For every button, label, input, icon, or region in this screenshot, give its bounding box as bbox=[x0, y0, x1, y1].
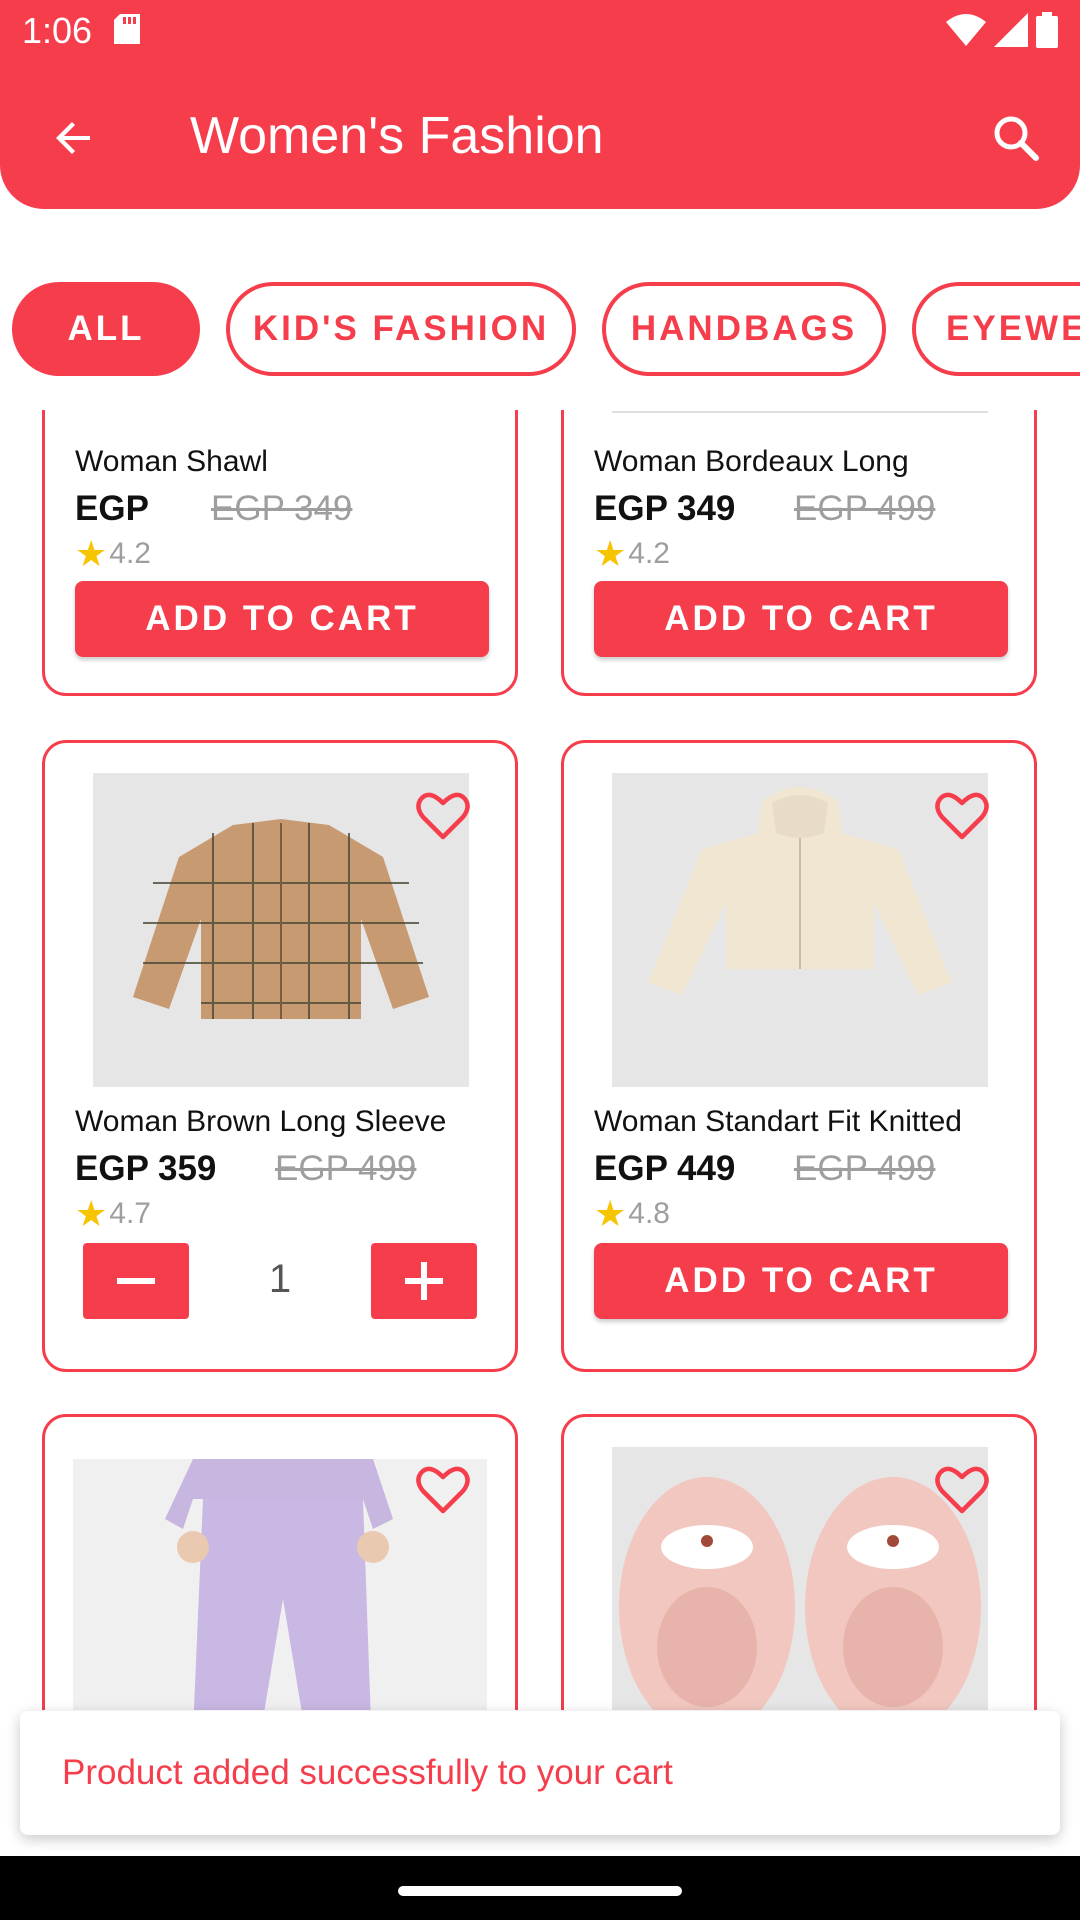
product-price: EGP 449 bbox=[594, 1149, 736, 1188]
product-name: Woman Bordeaux Long bbox=[594, 445, 909, 478]
chip-kids-fashion[interactable]: KID'S FASHION bbox=[226, 282, 576, 376]
rating-value: 4.2 bbox=[109, 537, 151, 570]
home-gesture-handle[interactable] bbox=[398, 1886, 682, 1896]
image-bottom-edge bbox=[612, 411, 988, 413]
product-old-price: EGP 499 bbox=[794, 489, 936, 528]
add-to-cart-button[interactable]: ADD TO CART bbox=[594, 581, 1008, 657]
sd-card-icon bbox=[114, 14, 140, 49]
chip-eyewear[interactable]: EYEWE bbox=[912, 282, 1080, 376]
product-image[interactable] bbox=[612, 1447, 988, 1710]
star-icon: ★ bbox=[594, 1193, 627, 1234]
product-price: EGP bbox=[75, 489, 149, 528]
wifi-icon bbox=[946, 14, 986, 51]
rating-value: 4.7 bbox=[109, 1197, 151, 1230]
product-rating: ★ 4.2 bbox=[75, 533, 151, 575]
product-name: Woman Brown Long Sleeve bbox=[75, 1105, 447, 1138]
star-icon: ★ bbox=[75, 533, 108, 574]
quantity-value: 1 bbox=[268, 1257, 292, 1301]
favorite-button[interactable] bbox=[934, 789, 990, 841]
category-chips: ALL KID'S FASHION HANDBAGS EYEWE bbox=[0, 282, 1080, 378]
search-button[interactable] bbox=[984, 106, 1048, 170]
heart-outline-icon bbox=[416, 792, 470, 840]
product-image[interactable] bbox=[612, 773, 988, 1087]
product-card[interactable] bbox=[42, 1414, 518, 1710]
toast-message: Product added successfully to your cart bbox=[20, 1711, 1060, 1835]
hoodie-image bbox=[612, 773, 988, 1087]
signal-icon bbox=[994, 13, 1028, 52]
product-name: Woman Standart Fit Knitted bbox=[594, 1105, 962, 1138]
product-old-price: EGP 499 bbox=[794, 1149, 936, 1188]
product-card[interactable] bbox=[561, 1414, 1037, 1710]
back-button[interactable] bbox=[42, 106, 106, 170]
heart-outline-icon bbox=[935, 1466, 989, 1514]
increase-quantity-button[interactable] bbox=[371, 1243, 477, 1319]
product-card[interactable]: Woman Standart Fit Knitted EGP 449 EGP 4… bbox=[561, 740, 1037, 1372]
page-title: Women's Fashion bbox=[190, 107, 604, 165]
product-grid: Woman Shawl EGP EGP 349 ★ 4.2 ADD TO CAR… bbox=[0, 410, 1080, 1710]
status-time: 1:06 bbox=[22, 10, 93, 51]
app-bar: 1:06 Women's Fashion bbox=[0, 0, 1080, 209]
favorite-button[interactable] bbox=[415, 1463, 471, 1515]
rating-value: 4.8 bbox=[628, 1197, 670, 1230]
product-card[interactable]: Woman Brown Long Sleeve EGP 359 EGP 499 … bbox=[42, 740, 518, 1372]
minus-icon bbox=[117, 1278, 155, 1284]
favorite-button[interactable] bbox=[934, 1463, 990, 1515]
toast-text: Product added successfully to your cart bbox=[62, 1753, 673, 1792]
battery-icon bbox=[1036, 12, 1058, 53]
product-price: EGP 359 bbox=[75, 1149, 217, 1188]
search-icon bbox=[994, 116, 1039, 161]
decrease-quantity-button[interactable] bbox=[83, 1243, 189, 1319]
slippers-image bbox=[612, 1447, 988, 1710]
product-name: Woman Shawl bbox=[75, 445, 268, 478]
product-old-price: EGP 349 bbox=[211, 489, 353, 528]
favorite-button[interactable] bbox=[415, 789, 471, 841]
star-icon: ★ bbox=[75, 1193, 108, 1234]
chip-handbags[interactable]: HANDBAGS bbox=[602, 282, 886, 376]
navigation-bar bbox=[0, 1856, 1080, 1920]
product-rating: ★ 4.8 bbox=[594, 1193, 670, 1235]
product-rating: ★ 4.2 bbox=[594, 533, 670, 575]
heart-outline-icon bbox=[416, 1466, 470, 1514]
product-card[interactable]: Woman Shawl EGP EGP 349 ★ 4.2 ADD TO CAR… bbox=[42, 410, 518, 696]
product-price: EGP 349 bbox=[594, 489, 736, 528]
product-old-price: EGP 499 bbox=[275, 1149, 417, 1188]
product-card[interactable]: Woman Bordeaux Long EGP 349 EGP 499 ★ 4.… bbox=[561, 410, 1037, 696]
add-to-cart-button[interactable]: ADD TO CART bbox=[75, 581, 489, 657]
add-to-cart-button[interactable]: ADD TO CART bbox=[594, 1243, 1008, 1319]
heart-outline-icon bbox=[935, 792, 989, 840]
arrow-back-icon bbox=[56, 122, 90, 154]
rating-value: 4.2 bbox=[628, 537, 670, 570]
plus-icon bbox=[405, 1262, 443, 1300]
product-image[interactable] bbox=[93, 773, 469, 1087]
shirt-image bbox=[93, 773, 469, 1087]
chip-all[interactable]: ALL bbox=[12, 282, 200, 376]
star-icon: ★ bbox=[594, 533, 627, 574]
product-rating: ★ 4.7 bbox=[75, 1193, 151, 1235]
status-bar: 1:06 bbox=[0, 0, 1080, 62]
